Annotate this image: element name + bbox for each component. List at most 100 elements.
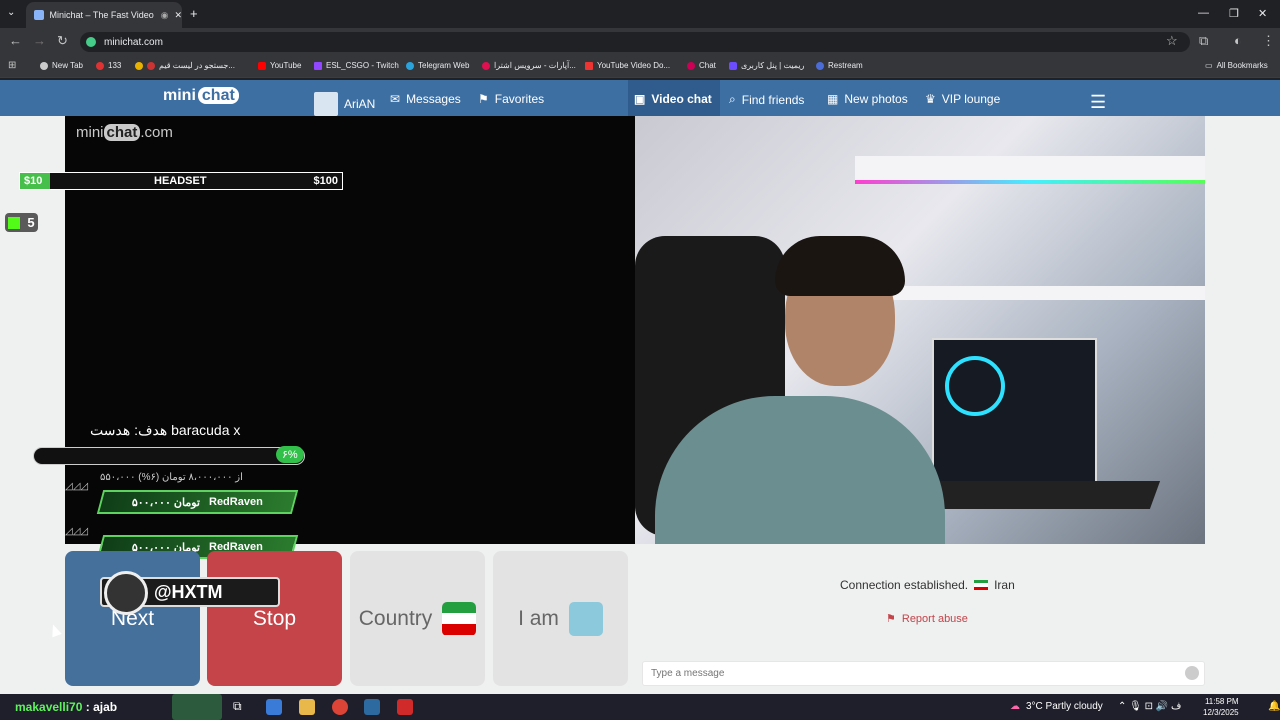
bookmark-icon: ⚑	[478, 92, 489, 106]
bookmark-favicon-icon	[96, 61, 104, 70]
file-explorer-icon[interactable]	[299, 699, 315, 715]
browser-tab[interactable]: Minichat – The Fast Video C ◉ ✕	[26, 2, 182, 28]
user-avatar-icon	[314, 92, 338, 116]
hamburger-menu-icon[interactable]: ☰	[1090, 92, 1106, 113]
nav-new-photos[interactable]: ▦ New photos	[827, 92, 908, 106]
bookmark-telegram[interactable]: Telegram Web	[406, 61, 469, 70]
aparat-icon	[482, 61, 490, 70]
bookmark-youtube[interactable]: YouTube	[258, 61, 301, 70]
decor-triangles: ◿◿◿	[65, 526, 89, 537]
nav-find-friends[interactable]: ⌕ Find friends	[729, 92, 804, 107]
bookmark-favicon-icon	[585, 61, 593, 70]
goal-progress-bar	[33, 447, 305, 465]
forward-icon[interactable]: →	[33, 33, 46, 48]
bookmark-star-icon[interactable]: ☆	[1166, 33, 1178, 49]
iran-flag-icon	[442, 601, 477, 636]
notifications-icon[interactable]: 🔔	[1268, 701, 1280, 712]
kick-icon	[8, 216, 21, 229]
headset-goal-bar: $10 HEADSET $100	[19, 172, 343, 190]
connection-status: Connection established. Iran	[840, 578, 1015, 592]
twitch-icon	[314, 61, 322, 70]
user-avatar-icon	[568, 601, 603, 636]
bookmark-favicon-icon	[135, 61, 143, 70]
nav-user[interactable]: AriAN	[314, 92, 375, 116]
emoji-icon[interactable]	[1185, 666, 1199, 680]
youtube-icon	[258, 61, 266, 70]
donation-name: RedRaven	[209, 496, 263, 508]
flag-icon: ⚑	[886, 613, 896, 625]
headphones	[775, 236, 905, 296]
bookmark-133[interactable]: 133	[96, 61, 121, 70]
restream-icon	[816, 61, 824, 70]
reload-icon[interactable]: ↻	[57, 33, 68, 49]
minichat-logo[interactable]: mini chat	[163, 87, 239, 105]
donation-alert: ۵۰۰،۰۰۰ تومان RedRaven	[96, 490, 299, 514]
nav-vip-lounge[interactable]: ♛ VIP lounge	[925, 92, 1000, 106]
donation-amount: ۵۰۰،۰۰۰ تومان	[132, 496, 201, 509]
telegram-icon	[406, 61, 414, 70]
lower-shelf	[885, 286, 1205, 300]
nav-favorites[interactable]: ⚑ Favorites	[478, 92, 544, 106]
tab-title: Minichat – The Fast Video C	[49, 10, 155, 20]
tab-search-icon[interactable]: ⌄	[7, 7, 15, 18]
apps-grid-icon[interactable]: ⊞	[8, 60, 16, 71]
minichat-watermark: mini chat .com	[76, 124, 173, 141]
i-am-button[interactable]: I am	[493, 551, 628, 686]
folder-icon: ▭	[1205, 61, 1213, 70]
minichat-favicon-icon	[34, 10, 44, 20]
menu-kebab-icon[interactable]: ⋮	[1262, 33, 1275, 49]
bookmark-new-tab[interactable]: New Tab	[40, 61, 83, 70]
new-tab-button[interactable]: +	[190, 6, 198, 21]
kick-viewers-badge: 5	[5, 213, 38, 232]
bookmark-aparat[interactable]: آپارات - سرویس اشترا...	[482, 61, 576, 70]
address-bar[interactable]: minichat.com	[80, 32, 1190, 52]
iran-flag-icon	[974, 580, 989, 590]
goal-max: $100	[313, 175, 338, 187]
task-view-icon[interactable]: ⧉	[233, 699, 249, 715]
pc-fan-glow	[945, 356, 1005, 416]
close-window-button[interactable]: ✕	[1258, 7, 1267, 20]
goal-percent-badge: ۶%	[276, 446, 304, 463]
goal-min: $10	[20, 173, 50, 189]
bookmark-twitch[interactable]: ESL_CSGO - Twitch	[314, 61, 399, 70]
chrome-icon[interactable]	[332, 699, 348, 715]
close-tab-icon[interactable]: ✕	[174, 10, 182, 21]
back-icon[interactable]: ←	[9, 33, 22, 48]
nav-video-chat[interactable]: ▣ Video chat	[634, 92, 712, 106]
all-bookmarks[interactable]: ▭ All Bookmarks	[1205, 61, 1268, 70]
minimize-button[interactable]: —	[1198, 7, 1209, 19]
self-video	[635, 116, 1205, 544]
goal-amount: ۵۵۰،۰۰۰ از ۸،۰۰۰،۰۰۰ تومان (۶%)	[100, 472, 243, 483]
copilot-icon[interactable]	[266, 699, 282, 715]
chat-icon	[687, 61, 695, 70]
goal-item: HEADSET	[154, 175, 207, 187]
decor-triangles: ◿◿◿	[65, 481, 89, 492]
video-chat-icon: ▣	[634, 92, 646, 106]
bookmark-chat[interactable]: Chat	[687, 61, 716, 70]
message-input[interactable]	[642, 661, 1205, 686]
bookmark-favicon-icon	[147, 61, 155, 70]
restore-button[interactable]: ❐	[1229, 7, 1239, 20]
taskbar-preview-thumbnail[interactable]	[172, 694, 222, 720]
led-strip	[855, 180, 1205, 184]
keyboard	[929, 481, 1161, 509]
site-info-icon[interactable]	[86, 37, 96, 47]
extensions-icon[interactable]: ⧉	[1199, 33, 1208, 49]
weather-widget[interactable]: ☁ 3°C Partly cloudy	[1010, 701, 1103, 712]
bookmark-remit[interactable]: ریمیت | پنل کاربری	[729, 61, 804, 70]
recording-icon: ◉	[160, 9, 169, 20]
weather-icon: ☁	[1010, 701, 1020, 712]
bookmark-yt-downloader[interactable]: YouTube Video Do...	[585, 61, 670, 70]
steam-icon[interactable]	[364, 699, 380, 715]
clock[interactable]: 11:58 PM 12/3/2025	[1203, 696, 1239, 718]
stop-button[interactable]: Stop	[207, 551, 342, 686]
system-tray-icons[interactable]: ⌃ 🎙 ⊡ 🔊 ف	[1118, 701, 1181, 712]
app-icon[interactable]	[397, 699, 413, 715]
nav-messages[interactable]: ✉ Messages	[390, 92, 461, 106]
bookmark-restream[interactable]: Restream	[816, 61, 863, 70]
report-abuse-link[interactable]: ⚑ Report abuse	[886, 612, 968, 626]
bookmark-price-list[interactable]: جستجو در لیست قیم...	[135, 61, 235, 70]
profile-icon[interactable]: ◐	[1234, 33, 1242, 48]
hxtm-logo-icon	[104, 571, 148, 615]
country-button[interactable]: Country	[350, 551, 485, 686]
